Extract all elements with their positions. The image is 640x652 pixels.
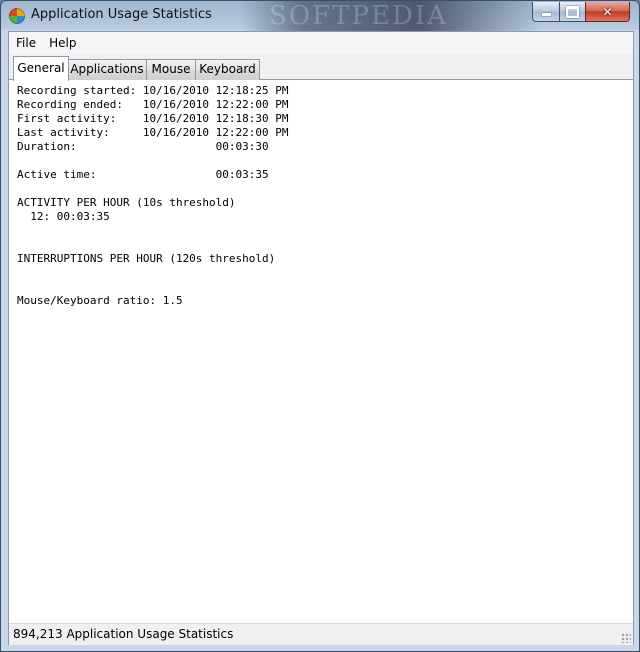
status-bar: 894,213 Application Usage Statistics xyxy=(9,623,633,645)
report-line: ACTIVITY PER HOUR (10s threshold) xyxy=(17,196,236,209)
maximize-icon xyxy=(566,5,579,18)
minimize-button[interactable] xyxy=(532,2,560,22)
resize-grip-icon[interactable] xyxy=(621,633,631,643)
report-panel[interactable]: Recording started: 10/16/2010 12:18:25 P… xyxy=(9,80,633,623)
tab-mouse[interactable]: Mouse xyxy=(146,59,196,80)
close-button[interactable]: ✕ xyxy=(585,2,630,22)
report-line: First activity: 10/16/2010 12:18:30 PM xyxy=(17,112,289,125)
report-line: INTERRUPTIONS PER HOUR (120s threshold) xyxy=(17,252,276,265)
menu-help[interactable]: Help xyxy=(42,32,82,54)
report-text: Recording started: 10/16/2010 12:18:25 P… xyxy=(17,84,289,308)
menu-file[interactable]: File xyxy=(9,32,42,54)
report-line: Last activity: 10/16/2010 12:22:00 PM xyxy=(17,126,289,139)
report-line: Mouse/Keyboard ratio: 1.5 xyxy=(17,294,183,307)
title-bar[interactable]: SOFTPEDIA Application Usage Statistics ✕ xyxy=(1,1,639,31)
tab-general[interactable]: General xyxy=(13,56,69,81)
tab-keyboard[interactable]: Keyboard xyxy=(195,59,260,80)
app-icon[interactable] xyxy=(9,8,25,24)
report-line: Recording started: 10/16/2010 12:18:25 P… xyxy=(17,84,289,97)
maximize-button[interactable] xyxy=(559,2,586,22)
tab-applications[interactable]: Applications xyxy=(67,59,147,80)
client-area: File Help General Applications Mouse Key… xyxy=(8,31,634,645)
close-icon: ✕ xyxy=(602,4,613,19)
watermark: SOFTPEDIA xyxy=(269,1,448,31)
window-title: Application Usage Statistics xyxy=(31,7,212,22)
status-text: 894,213 Application Usage Statistics xyxy=(13,627,234,641)
menu-bar: File Help xyxy=(9,32,633,54)
report-line: 12: 00:03:35 xyxy=(17,210,110,223)
minimize-icon xyxy=(541,13,551,16)
app-window: SOFTPEDIA Application Usage Statistics ✕… xyxy=(0,0,640,652)
report-line: Recording ended: 10/16/2010 12:22:00 PM xyxy=(17,98,289,111)
report-line: Duration: 00:03:30 xyxy=(17,140,269,153)
report-line: Active time: 00:03:35 xyxy=(17,168,269,181)
